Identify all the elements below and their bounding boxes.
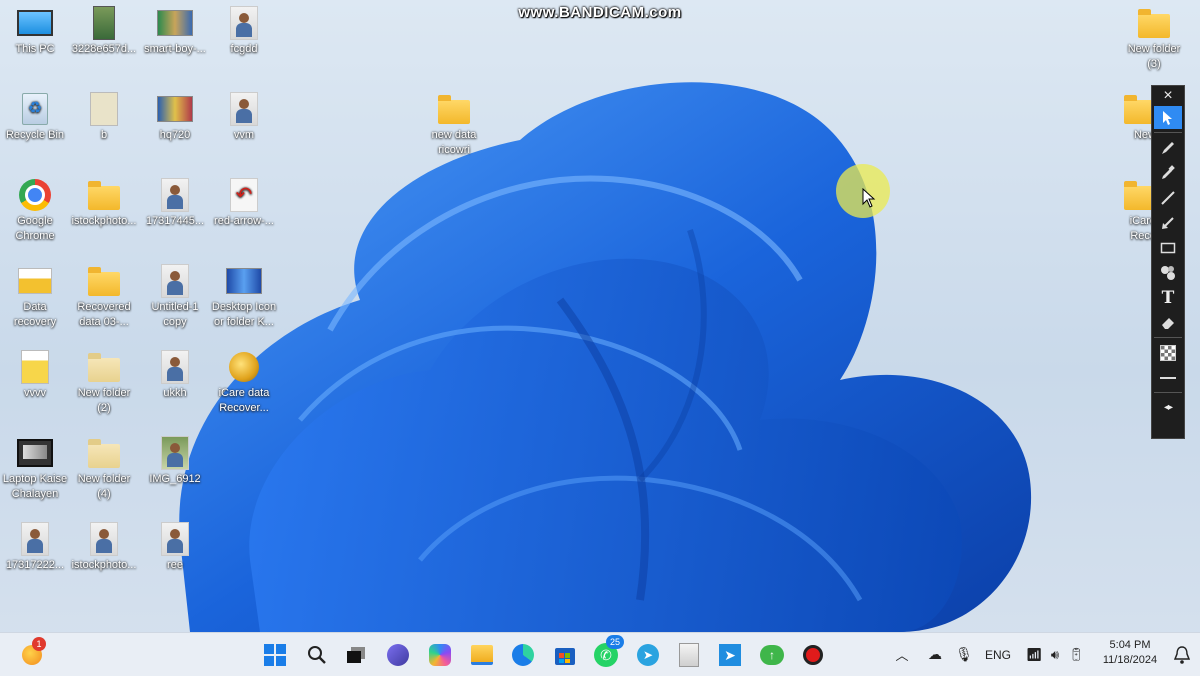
fcgdd-icon[interactable]: fcgdd [204,6,284,57]
hq720-icon[interactable]: hq720 [135,92,215,143]
icare-partial-icon[interactable]: iCare Reco [1100,178,1156,244]
desktop-icon-label: Desktop Icon or folder K... [211,301,277,328]
notification-bell-icon[interactable] [1168,641,1196,669]
ukkh-icon[interactable]: ukkh [135,350,215,401]
share-app-icon[interactable]: ➤ [716,641,744,669]
drawing-toolbar: × T ◂▸ [1151,85,1185,439]
desktop-icon-label: istockphoto... [71,559,137,571]
highlighter-icon[interactable] [1154,161,1182,184]
cloud-upload-icon[interactable]: ↑ [758,641,786,669]
toolbar-divider [1154,392,1182,393]
new-folder-partial-icon[interactable]: New [1100,92,1156,143]
new-data-ricowri-folder-icon[interactable]: new data ricowri [414,92,494,158]
desktop-icon-label: fcgdd [230,43,258,55]
desktop-icon-label: istockphoto... [71,215,137,227]
microsoft-store-icon[interactable] [551,641,579,669]
img-6912-icon[interactable]: IMG_6912 [135,436,215,487]
desktop-icon-label: Untitled-1 copy [151,301,199,328]
meet-chat-icon[interactable] [384,641,412,669]
file-explorer-icon[interactable] [468,641,496,669]
red-arrow-icon[interactable]: ↶ red-arrow-... [204,178,284,229]
file-3228-icon[interactable]: 3228e657d... [64,6,144,57]
rectangle-icon[interactable] [1154,236,1182,259]
istockphoto-folder-icon[interactable]: istockphoto... [64,178,144,229]
line-icon[interactable] [1154,186,1182,209]
file-1731744-icon[interactable]: 17317445... [135,178,215,229]
desktop-icon-label: 3228e657d... [71,43,137,55]
language-indicator[interactable]: ENG [981,648,1015,662]
desktop-icon-label: IMG_6912 [149,473,201,485]
istockphoto-2-icon[interactable]: istockphoto... [64,522,144,573]
desktop-icon-label: Recovered data 03-... [77,301,131,328]
arrows-icon[interactable]: ◂▸ [1154,396,1182,419]
desktop-icon-label: New folder (4) [77,473,131,500]
bandicam-record-icon[interactable] [799,641,827,669]
volume-icon[interactable]: 🔊︎ [1045,647,1065,663]
desktop-icon-label: b [100,129,108,141]
taskbar: 1 ✆ 25 ➤ ➤ ↑ ︿ ☁ 🎙︎ ENG 📶︎ 🔊︎ 🔋︎ 5:04 PM… [0,632,1200,676]
desktop-icon-label: ukkh [163,387,187,399]
task-view-icon[interactable] [342,641,370,669]
desktop-icon-label: new data ricowri [431,129,477,156]
toolbar-divider [1154,132,1182,133]
onedrive-cloud-icon[interactable]: ☁ [921,646,949,663]
ree-icon[interactable]: ree [135,522,215,573]
text-icon[interactable]: T [1154,286,1182,309]
vvm-icon[interactable]: vvm [204,92,284,143]
pointer-icon[interactable] [1154,106,1182,129]
clock[interactable]: 5:04 PM 11/18/2024 [1094,638,1166,668]
system-tray: ︿ ☁ 🎙︎ ENG 📶︎ 🔊︎ 🔋︎ [893,633,1087,676]
b-file-icon[interactable]: b [64,92,144,143]
wifi-icon[interactable]: 📶︎ [1023,647,1045,663]
checker-icon[interactable] [1154,341,1182,364]
toolbar-divider [1154,337,1182,338]
whatsapp-icon[interactable]: ✆ 25 [592,635,624,669]
clock-time: 5:04 PM [1109,639,1151,651]
numbering-icon[interactable] [1154,261,1182,284]
whatsapp-unread-badge: 25 [606,635,624,649]
telegram-icon[interactable]: ➤ [634,641,662,669]
desktop-icon-folder-video-icon[interactable]: Desktop Icon or folder K... [204,264,284,330]
desktop-icon-label: New [1133,129,1156,141]
mouse-cursor-icon [862,188,876,208]
desktop-icon-label: red-arrow-... [214,215,274,227]
icare-data-recovery-icon[interactable]: iCare data Recover... [204,350,284,416]
pen-icon[interactable] [1154,136,1182,159]
line-width-icon[interactable] [1154,366,1182,389]
start-button-icon[interactable] [261,641,289,669]
microphone-icon[interactable]: 🎙︎ [953,646,975,663]
toolbar-close-button[interactable]: × [1154,87,1182,104]
desktop-icon-label: vvm [233,129,255,141]
desktop-icon-label: smart-boy-... [144,43,206,55]
show-hidden-icons-chevron-icon[interactable]: ︿ [893,645,911,664]
desktop-icon-label: New folder (2) [77,387,131,414]
desktop-icon-label: iCare Reco [1129,215,1156,242]
recovered-data-folder-icon[interactable]: Recovered data 03-... [64,264,144,330]
clock-date: 11/18/2024 [1102,654,1158,666]
desktop-icon-label: New folder (3) [1127,43,1181,70]
new-folder-2-icon[interactable]: New folder (2) [64,350,144,416]
weather-widget-icon[interactable]: 1 [18,637,46,669]
desktop-icon-label: hq720 [159,129,191,141]
arrow-icon[interactable] [1154,211,1182,234]
untitled-copy-icon[interactable]: Untitled-1 copy [135,264,215,330]
search-icon[interactable] [303,641,331,669]
new-folder-3-icon[interactable]: New folder (3) [1114,6,1194,72]
copilot-icon[interactable] [426,641,454,669]
desktop-icon-label: ree [167,559,183,571]
new-folder-4-icon[interactable]: New folder (4) [64,436,144,502]
desktop-icon-label: iCare data Recover... [218,387,270,414]
eraser-icon[interactable] [1154,311,1182,334]
edge-browser-icon[interactable] [509,641,537,669]
notification-badge: 1 [32,637,46,651]
battery-icon[interactable]: 🔋︎ [1065,647,1087,663]
clipboard-app-icon[interactable] [675,641,703,669]
smart-boy-icon[interactable]: smart-boy-... [135,6,215,57]
desktop-icon-label: 17317445... [145,215,205,227]
